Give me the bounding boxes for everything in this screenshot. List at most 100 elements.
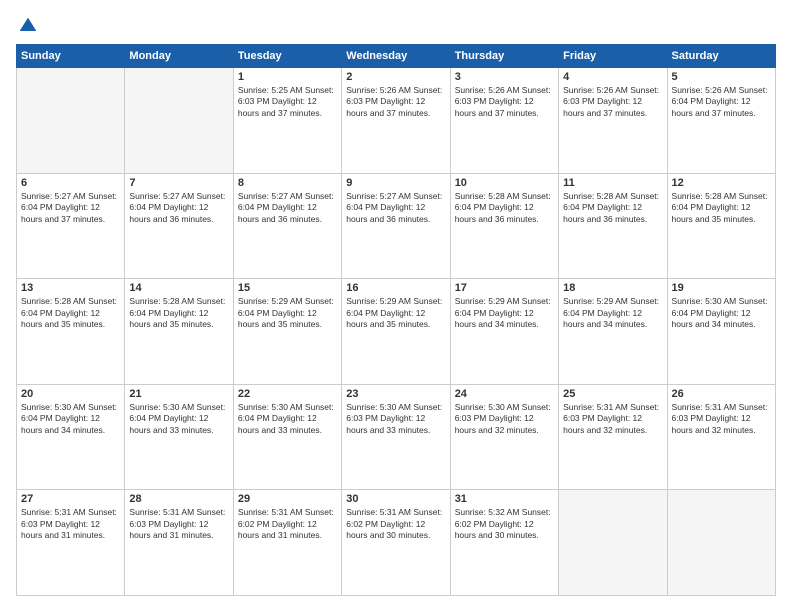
day-cell: 25 Sunrise: 5:31 AM Sunset: 6:03 PM Dayli… — [559, 384, 667, 490]
day-number: 22 — [238, 388, 337, 400]
logo-icon — [18, 16, 38, 36]
day-cell: 4 Sunrise: 5:26 AM Sunset: 6:03 PM Daylig… — [559, 68, 667, 174]
weekday-tuesday: Tuesday — [233, 45, 341, 68]
day-info: Sunrise: 5:26 AM Sunset: 6:03 PM Dayligh… — [563, 85, 662, 119]
day-number: 21 — [129, 388, 228, 400]
day-info: Sunrise: 5:28 AM Sunset: 6:04 PM Dayligh… — [455, 191, 554, 225]
day-cell: 18 Sunrise: 5:29 AM Sunset: 6:04 PM Dayli… — [559, 279, 667, 385]
day-info: Sunrise: 5:27 AM Sunset: 6:04 PM Dayligh… — [21, 191, 120, 225]
day-number: 30 — [346, 493, 445, 505]
day-cell: 30 Sunrise: 5:31 AM Sunset: 6:02 PM Dayli… — [342, 490, 450, 596]
day-cell: 16Sunrise: 5:29 AM Sunset: 6:04 PM Dayli… — [342, 279, 450, 385]
day-number: 20 — [21, 388, 120, 400]
page: SundayMondayTuesdayWednesdayThursdayFrid… — [0, 0, 792, 612]
day-number: 1 — [238, 71, 337, 83]
day-info: Sunrise: 5:30 AM Sunset: 6:04 PM Dayligh… — [21, 402, 120, 436]
day-number: 13 — [21, 282, 120, 294]
day-info: Sunrise: 5:30 AM Sunset: 6:04 PM Dayligh… — [238, 402, 337, 436]
week-row-0: 1 Sunrise: 5:25 AM Sunset: 6:03 PM Daylig… — [17, 68, 776, 174]
day-info: Sunrise: 5:31 AM Sunset: 6:02 PM Dayligh… — [346, 507, 445, 541]
weekday-sunday: Sunday — [17, 45, 125, 68]
day-cell: 28 Sunrise: 5:31 AM Sunset: 6:03 PM Dayli… — [125, 490, 233, 596]
week-row-1: 6 Sunrise: 5:27 AM Sunset: 6:04 PM Daylig… — [17, 173, 776, 279]
day-number: 14 — [129, 282, 228, 294]
day-cell: 10Sunrise: 5:28 AM Sunset: 6:04 PM Dayli… — [450, 173, 558, 279]
day-number: 8 — [238, 177, 337, 189]
day-cell — [125, 68, 233, 174]
day-info: Sunrise: 5:29 AM Sunset: 6:04 PM Dayligh… — [346, 296, 445, 330]
day-number: 12 — [672, 177, 771, 189]
day-cell: 31Sunrise: 5:32 AM Sunset: 6:02 PM Dayli… — [450, 490, 558, 596]
day-info: Sunrise: 5:27 AM Sunset: 6:04 PM Dayligh… — [346, 191, 445, 225]
day-number: 6 — [21, 177, 120, 189]
day-number: 5 — [672, 71, 771, 83]
day-info: Sunrise: 5:29 AM Sunset: 6:04 PM Dayligh… — [455, 296, 554, 330]
weekday-header-row: SundayMondayTuesdayWednesdayThursdayFrid… — [17, 45, 776, 68]
week-row-2: 13 Sunrise: 5:28 AM Sunset: 6:04 PM Dayli… — [17, 279, 776, 385]
calendar-table: SundayMondayTuesdayWednesdayThursdayFrid… — [16, 44, 776, 596]
day-number: 27 — [21, 493, 120, 505]
day-number: 11 — [563, 177, 662, 189]
day-number: 15 — [238, 282, 337, 294]
day-info: Sunrise: 5:29 AM Sunset: 6:04 PM Dayligh… — [563, 296, 662, 330]
day-number: 26 — [672, 388, 771, 400]
day-info: Sunrise: 5:31 AM Sunset: 6:02 PM Dayligh… — [238, 507, 337, 541]
day-cell: 12 Sunrise: 5:28 AM Sunset: 6:04 PM Dayli… — [667, 173, 775, 279]
weekday-wednesday: Wednesday — [342, 45, 450, 68]
weekday-saturday: Saturday — [667, 45, 775, 68]
day-info: Sunrise: 5:31 AM Sunset: 6:03 PM Dayligh… — [21, 507, 120, 541]
day-cell: 11 Sunrise: 5:28 AM Sunset: 6:04 PM Dayli… — [559, 173, 667, 279]
day-info: Sunrise: 5:28 AM Sunset: 6:04 PM Dayligh… — [563, 191, 662, 225]
weekday-monday: Monday — [125, 45, 233, 68]
day-cell — [559, 490, 667, 596]
day-info: Sunrise: 5:28 AM Sunset: 6:04 PM Dayligh… — [672, 191, 771, 225]
day-number: 3 — [455, 71, 554, 83]
day-cell: 14Sunrise: 5:28 AM Sunset: 6:04 PM Dayli… — [125, 279, 233, 385]
day-cell: 26 Sunrise: 5:31 AM Sunset: 6:03 PM Dayli… — [667, 384, 775, 490]
week-row-4: 27 Sunrise: 5:31 AM Sunset: 6:03 PM Dayli… — [17, 490, 776, 596]
day-number: 28 — [129, 493, 228, 505]
day-number: 19 — [672, 282, 771, 294]
day-cell: 24Sunrise: 5:30 AM Sunset: 6:03 PM Dayli… — [450, 384, 558, 490]
day-cell: 29Sunrise: 5:31 AM Sunset: 6:02 PM Dayli… — [233, 490, 341, 596]
day-cell: 17 Sunrise: 5:29 AM Sunset: 6:04 PM Dayli… — [450, 279, 558, 385]
day-cell: 7 Sunrise: 5:27 AM Sunset: 6:04 PM Daylig… — [125, 173, 233, 279]
day-cell — [667, 490, 775, 596]
day-number: 7 — [129, 177, 228, 189]
day-cell: 19 Sunrise: 5:30 AM Sunset: 6:04 PM Dayli… — [667, 279, 775, 385]
day-cell: 22 Sunrise: 5:30 AM Sunset: 6:04 PM Dayli… — [233, 384, 341, 490]
day-cell: 5 Sunrise: 5:26 AM Sunset: 6:04 PM Daylig… — [667, 68, 775, 174]
day-cell: 3Sunrise: 5:26 AM Sunset: 6:03 PM Daylig… — [450, 68, 558, 174]
day-info: Sunrise: 5:27 AM Sunset: 6:04 PM Dayligh… — [129, 191, 228, 225]
day-number: 17 — [455, 282, 554, 294]
day-number: 4 — [563, 71, 662, 83]
day-info: Sunrise: 5:30 AM Sunset: 6:04 PM Dayligh… — [129, 402, 228, 436]
day-cell: 1 Sunrise: 5:25 AM Sunset: 6:03 PM Daylig… — [233, 68, 341, 174]
day-info: Sunrise: 5:29 AM Sunset: 6:04 PM Dayligh… — [238, 296, 337, 330]
day-cell — [17, 68, 125, 174]
day-cell: 27 Sunrise: 5:31 AM Sunset: 6:03 PM Dayli… — [17, 490, 125, 596]
day-cell: 23 Sunrise: 5:30 AM Sunset: 6:03 PM Dayli… — [342, 384, 450, 490]
day-info: Sunrise: 5:30 AM Sunset: 6:03 PM Dayligh… — [346, 402, 445, 436]
day-info: Sunrise: 5:31 AM Sunset: 6:03 PM Dayligh… — [563, 402, 662, 436]
day-number: 23 — [346, 388, 445, 400]
day-info: Sunrise: 5:30 AM Sunset: 6:04 PM Dayligh… — [672, 296, 771, 330]
day-info: Sunrise: 5:27 AM Sunset: 6:04 PM Dayligh… — [238, 191, 337, 225]
weekday-friday: Friday — [559, 45, 667, 68]
day-cell: 20 Sunrise: 5:30 AM Sunset: 6:04 PM Dayli… — [17, 384, 125, 490]
day-info: Sunrise: 5:28 AM Sunset: 6:04 PM Dayligh… — [21, 296, 120, 330]
day-info: Sunrise: 5:25 AM Sunset: 6:03 PM Dayligh… — [238, 85, 337, 119]
day-cell: 2Sunrise: 5:26 AM Sunset: 6:03 PM Daylig… — [342, 68, 450, 174]
day-info: Sunrise: 5:31 AM Sunset: 6:03 PM Dayligh… — [129, 507, 228, 541]
day-number: 24 — [455, 388, 554, 400]
day-info: Sunrise: 5:32 AM Sunset: 6:02 PM Dayligh… — [455, 507, 554, 541]
day-cell: 8 Sunrise: 5:27 AM Sunset: 6:04 PM Daylig… — [233, 173, 341, 279]
day-number: 18 — [563, 282, 662, 294]
day-number: 2 — [346, 71, 445, 83]
day-cell: 15 Sunrise: 5:29 AM Sunset: 6:04 PM Dayli… — [233, 279, 341, 385]
day-info: Sunrise: 5:26 AM Sunset: 6:04 PM Dayligh… — [672, 85, 771, 119]
day-info: Sunrise: 5:31 AM Sunset: 6:03 PM Dayligh… — [672, 402, 771, 436]
day-number: 25 — [563, 388, 662, 400]
weekday-thursday: Thursday — [450, 45, 558, 68]
day-cell: 6 Sunrise: 5:27 AM Sunset: 6:04 PM Daylig… — [17, 173, 125, 279]
